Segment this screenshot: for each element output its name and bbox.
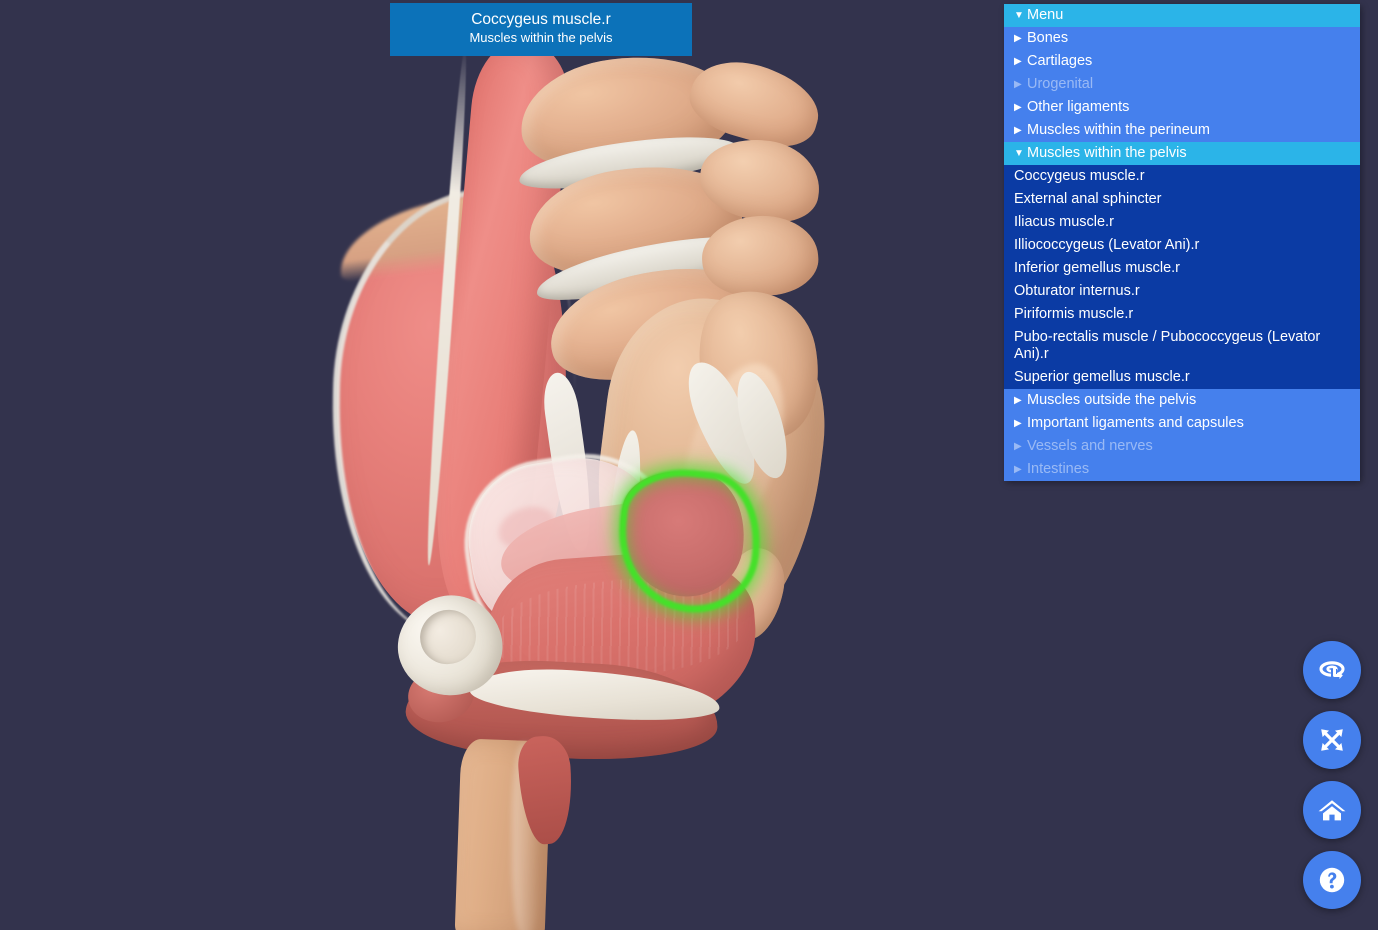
menu-item-iliacus-muscle[interactable]: Iliacus muscle.r <box>1004 211 1360 234</box>
menu-category-label: Muscles within the perineum <box>1027 122 1210 138</box>
help-icon <box>1317 865 1347 895</box>
menu-item-superior-gemellus-muscle[interactable]: Superior gemellus muscle.r <box>1004 366 1360 389</box>
structure-label-title: Coccygeus muscle.r <box>471 11 611 28</box>
menu-category-label: Muscles within the pelvis <box>1027 145 1187 161</box>
menu-item-label: Illiococcygeus (Levator Ani).r <box>1014 237 1200 253</box>
chevron-down-icon: ▼ <box>1014 10 1024 21</box>
menu-category-urogenital: ▶ Urogenital <box>1004 73 1360 96</box>
menu-category-other-ligaments[interactable]: ▶ Other ligaments <box>1004 96 1360 119</box>
menu-header[interactable]: ▼ Menu <box>1004 4 1360 27</box>
menu-item-label: External anal sphincter <box>1014 191 1162 207</box>
menu-category-muscles-within-the-pelvis[interactable]: ▼ Muscles within the pelvis <box>1004 142 1360 165</box>
chevron-right-icon: ▶ <box>1014 79 1022 90</box>
chevron-right-icon: ▶ <box>1014 395 1022 406</box>
menu-item-obturator-internus[interactable]: Obturator internus.r <box>1004 280 1360 303</box>
chevron-right-icon: ▶ <box>1014 418 1022 429</box>
menu-category-label: Intestines <box>1027 461 1090 477</box>
menu-item-illiococcygeus[interactable]: Illiococcygeus (Levator Ani).r <box>1004 234 1360 257</box>
fullscreen-button[interactable] <box>1303 711 1361 769</box>
menu-item-inferior-gemellus-muscle[interactable]: Inferior gemellus muscle.r <box>1004 257 1360 280</box>
menu-category-cartilages[interactable]: ▶ Cartilages <box>1004 50 1360 73</box>
menu-category-label: Important ligaments and capsules <box>1027 415 1244 431</box>
menu-item-coccygeus-muscle[interactable]: Coccygeus muscle.r <box>1004 165 1360 188</box>
rotate-icon <box>1317 655 1347 685</box>
chevron-right-icon: ▶ <box>1014 56 1022 67</box>
chevron-right-icon: ▶ <box>1014 441 1022 452</box>
menu-category-label: Bones <box>1027 30 1069 46</box>
menu-item-piriformis-muscle[interactable]: Piriformis muscle.r <box>1004 303 1360 326</box>
chevron-down-icon: ▼ <box>1014 148 1024 159</box>
chevron-right-icon: ▶ <box>1014 33 1022 44</box>
menu-item-label: Inferior gemellus muscle.r <box>1014 260 1180 276</box>
home-icon <box>1317 796 1347 824</box>
menu-category-label: Urogenital <box>1027 76 1094 92</box>
menu-item-label: Pubo-rectalis muscle / Pubococcygeus (Le… <box>1014 329 1321 362</box>
fullscreen-icon <box>1318 726 1346 754</box>
chevron-right-icon: ▶ <box>1014 464 1022 475</box>
menu-item-label: Piriformis muscle.r <box>1014 306 1134 322</box>
menu-category-muscles-outside-the-pelvis[interactable]: ▶ Muscles outside the pelvis <box>1004 389 1360 412</box>
structure-label-tooltip: Coccygeus muscle.r Muscles within the pe… <box>390 3 692 56</box>
home-button[interactable] <box>1303 781 1361 839</box>
menu-categories-bottom: ▶ Muscles outside the pelvis ▶ Important l… <box>1004 389 1360 481</box>
menu-category-vessels-and-nerves: ▶ Vessels and nerves <box>1004 435 1360 458</box>
menu-category-label: Cartilages <box>1027 53 1093 69</box>
menu-panel[interactable]: ▼ Menu ▶ Bones ▶ Cartilages ▶ Urogenital ▶ Ot… <box>1004 4 1360 481</box>
structure-label-subtitle: Muscles within the pelvis <box>469 30 613 45</box>
menu-category-label: Other ligaments <box>1027 99 1130 115</box>
menu-item-label: Superior gemellus muscle.r <box>1014 369 1190 385</box>
menu-categories-top: ▶ Bones ▶ Cartilages ▶ Urogenital ▶ Other li… <box>1004 27 1360 165</box>
menu-category-important-ligaments-and-capsules[interactable]: ▶ Important ligaments and capsules <box>1004 412 1360 435</box>
menu-category-intestines: ▶ Intestines <box>1004 458 1360 481</box>
rotate-button[interactable] <box>1303 641 1361 699</box>
menu-category-muscles-within-the-perineum[interactable]: ▶ Muscles within the perineum <box>1004 119 1360 142</box>
menu-category-bones[interactable]: ▶ Bones <box>1004 27 1360 50</box>
menu-item-label: Coccygeus muscle.r <box>1014 168 1145 184</box>
menu-category-label: Vessels and nerves <box>1027 438 1153 454</box>
menu-category-label: Muscles outside the pelvis <box>1027 392 1197 408</box>
menu-item-label: Iliacus muscle.r <box>1014 214 1114 230</box>
help-button[interactable] <box>1303 851 1361 909</box>
menu-item-label: Obturator internus.r <box>1014 283 1140 299</box>
menu-expanded-items: Coccygeus muscle.r External anal sphinct… <box>1004 165 1360 389</box>
menu-header-label: Menu <box>1027 7 1064 23</box>
chevron-right-icon: ▶ <box>1014 102 1022 113</box>
chevron-right-icon: ▶ <box>1014 125 1022 136</box>
menu-item-external-anal-sphincter[interactable]: External anal sphincter <box>1004 188 1360 211</box>
menu-item-pubo-rectalis-muscle[interactable]: Pubo-rectalis muscle / Pubococcygeus (Le… <box>1004 326 1360 366</box>
